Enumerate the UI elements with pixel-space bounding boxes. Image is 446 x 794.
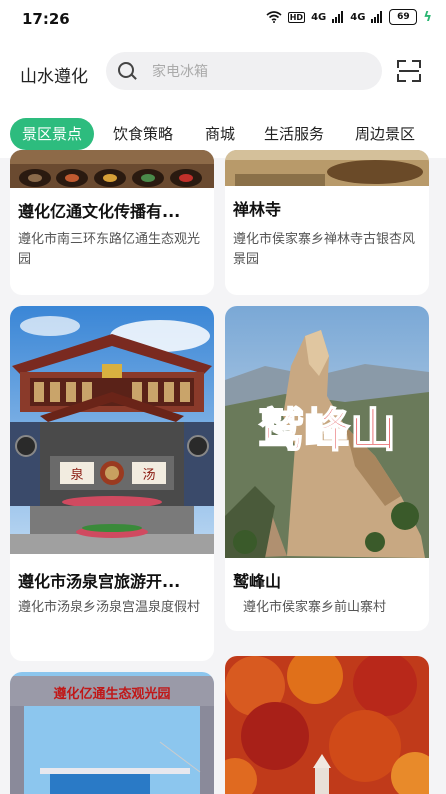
signal-icon-1: 4G xyxy=(311,11,327,23)
card-address: 遵化市侯家寨乡前山寨村 xyxy=(243,600,387,615)
image-calligraphy-text: 鹫峰山 xyxy=(258,403,396,457)
charging-icon: ϟ xyxy=(423,9,432,25)
list-item[interactable]: 遵化亿通文化传播有... 遵化市南三环东路亿通生态观光园 xyxy=(10,150,214,295)
card-title: 鹫峰山 xyxy=(233,572,282,591)
app-header: 山水遵化 xyxy=(0,36,446,112)
hd-icon: HD xyxy=(287,11,306,23)
search-icon xyxy=(118,62,134,78)
card-title: 禅林寺 xyxy=(233,200,282,219)
tab-life-services[interactable]: 生活服务 xyxy=(264,118,324,150)
list-item[interactable]: 泉 汤 遵化市汤泉宫旅游开... 遵化市汤泉乡汤泉宫温泉度假村 xyxy=(10,306,214,661)
image-sign-char-1: 泉 xyxy=(70,467,83,483)
list-item[interactable]: 遵化亿通生态观光园 xyxy=(10,672,214,794)
signal-bars-icon-2 xyxy=(371,11,383,23)
city-title[interactable]: 山水遵化 xyxy=(20,62,88,87)
card-address: 遵化市汤泉乡汤泉宫温泉度假村 xyxy=(18,600,201,615)
image-sign-char-2: 汤 xyxy=(142,468,155,483)
tab-mall[interactable]: 商城 xyxy=(205,118,235,150)
scan-icon[interactable] xyxy=(397,60,421,82)
list-item[interactable]: 鹫峰山 鹫峰山 遵化市侯家寨乡前山寨村 xyxy=(225,306,429,631)
search-input[interactable] xyxy=(150,52,374,92)
signal-bars-icon-1 xyxy=(332,11,344,23)
image-sign-text: 遵化亿通生态观光园 xyxy=(53,686,170,702)
status-time: 17:26 xyxy=(22,10,70,28)
tab-food[interactable]: 饮食策略 xyxy=(113,118,173,150)
card-image: 泉 汤 xyxy=(10,306,214,554)
card-title: 遵化市汤泉宫旅游开... xyxy=(18,572,181,591)
card-address: 遵化市侯家寨乡禅林寺古银杏风景园 xyxy=(233,232,416,267)
card-image xyxy=(225,150,429,186)
card-image: 鹫峰山 xyxy=(225,306,429,558)
card-title: 遵化亿通文化传播有... xyxy=(18,202,181,221)
tab-scenic-spots[interactable]: 景区景点 xyxy=(10,118,95,150)
card-image: 遵化亿通生态观光园 xyxy=(10,672,214,794)
card-address: 遵化市南三环东路亿通生态观光园 xyxy=(18,232,201,267)
card-image xyxy=(10,150,214,188)
card-image xyxy=(225,656,429,794)
status-bar: 17:26 HD 4G 4G 69 ϟ xyxy=(0,0,446,36)
signal-icon-2: 4G xyxy=(350,11,366,23)
list-item[interactable] xyxy=(225,656,429,794)
search-bar[interactable] xyxy=(106,52,382,92)
tab-nearby-scenic[interactable]: 周边景区 xyxy=(355,118,415,150)
wifi-icon xyxy=(266,11,282,23)
status-icons: HD 4G 4G 69 ϟ xyxy=(266,9,432,25)
list-item[interactable]: 禅林寺 遵化市侯家寨乡禅林寺古银杏风景园 xyxy=(225,150,429,295)
battery-icon: 69 xyxy=(389,9,418,25)
